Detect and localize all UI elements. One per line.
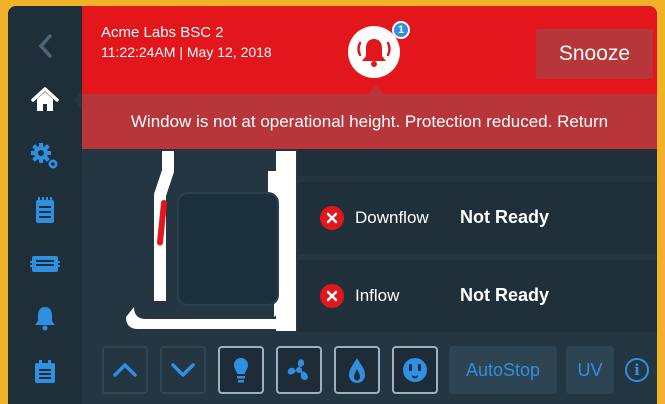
error-x-icon (320, 206, 344, 230)
gas-toggle[interactable] (334, 346, 380, 394)
light-toggle[interactable] (218, 346, 264, 394)
chevron-up-icon (113, 363, 137, 377)
chevron-left-icon (38, 34, 52, 58)
sidebar-item-alarms[interactable] (24, 300, 66, 336)
display-icon (30, 256, 60, 272)
sash-up-button[interactable] (102, 346, 148, 394)
status-name: Inflow (355, 286, 400, 305)
status-card-inflow[interactable]: Inflow Not Ready (298, 260, 657, 332)
alarm-bell-icon (357, 39, 391, 67)
gears-icon (31, 143, 58, 169)
sidebar-item-home[interactable] (24, 82, 66, 118)
sidebar-item-schedule[interactable] (24, 354, 66, 390)
sidebar (8, 6, 84, 404)
sidebar-item-settings[interactable] (24, 138, 66, 174)
status-card-downflow[interactable]: Downflow Not Ready (298, 182, 657, 254)
snooze-button[interactable]: Snooze (536, 29, 653, 79)
control-toolbar: AutoStop UV i (82, 334, 657, 404)
flame-drop-icon (349, 358, 365, 383)
home-icon (31, 87, 59, 111)
status-value: Not Ready (460, 285, 550, 305)
sidebar-item-log[interactable] (24, 192, 66, 228)
info-button[interactable]: i (625, 358, 649, 382)
calendar-list-icon (35, 360, 55, 383)
autostop-button[interactable]: AutoStop (449, 346, 557, 394)
alarm-count-badge: 1 (392, 21, 410, 39)
sidebar-item-display[interactable] (24, 246, 66, 282)
power-outlet-icon (403, 358, 427, 382)
sash-illustration (116, 151, 296, 333)
light-bulb-icon (234, 358, 248, 383)
bell-icon (35, 307, 55, 331)
device-frame: Downflow Not Ready Inflow Not Ready Acme… (0, 0, 665, 404)
status-name: Downflow (355, 208, 429, 227)
status-card-hidden (298, 149, 657, 176)
screen: Downflow Not Ready Inflow Not Ready Acme… (8, 6, 657, 404)
notepad-icon (36, 197, 54, 223)
error-x-icon (320, 284, 344, 308)
back-button[interactable] (24, 28, 66, 64)
alarm-banner: Acme Labs BSC 2 11:22:24AM | May 12, 201… (82, 6, 657, 149)
uv-button[interactable]: UV (566, 346, 614, 394)
fan-icon (287, 359, 308, 381)
status-value: Not Ready (460, 207, 550, 227)
chevron-down-icon (171, 363, 195, 377)
cabinet-name: Acme Labs BSC 2 (101, 24, 224, 41)
sash-down-button[interactable] (160, 346, 206, 394)
alarm-timestamp: 11:22:24AM | May 12, 2018 (101, 44, 272, 60)
fan-toggle[interactable] (276, 346, 322, 394)
alarm-message: Window is not at operational height. Pro… (82, 94, 657, 149)
banner-pointer (368, 86, 384, 94)
outlet-toggle[interactable] (392, 346, 438, 394)
